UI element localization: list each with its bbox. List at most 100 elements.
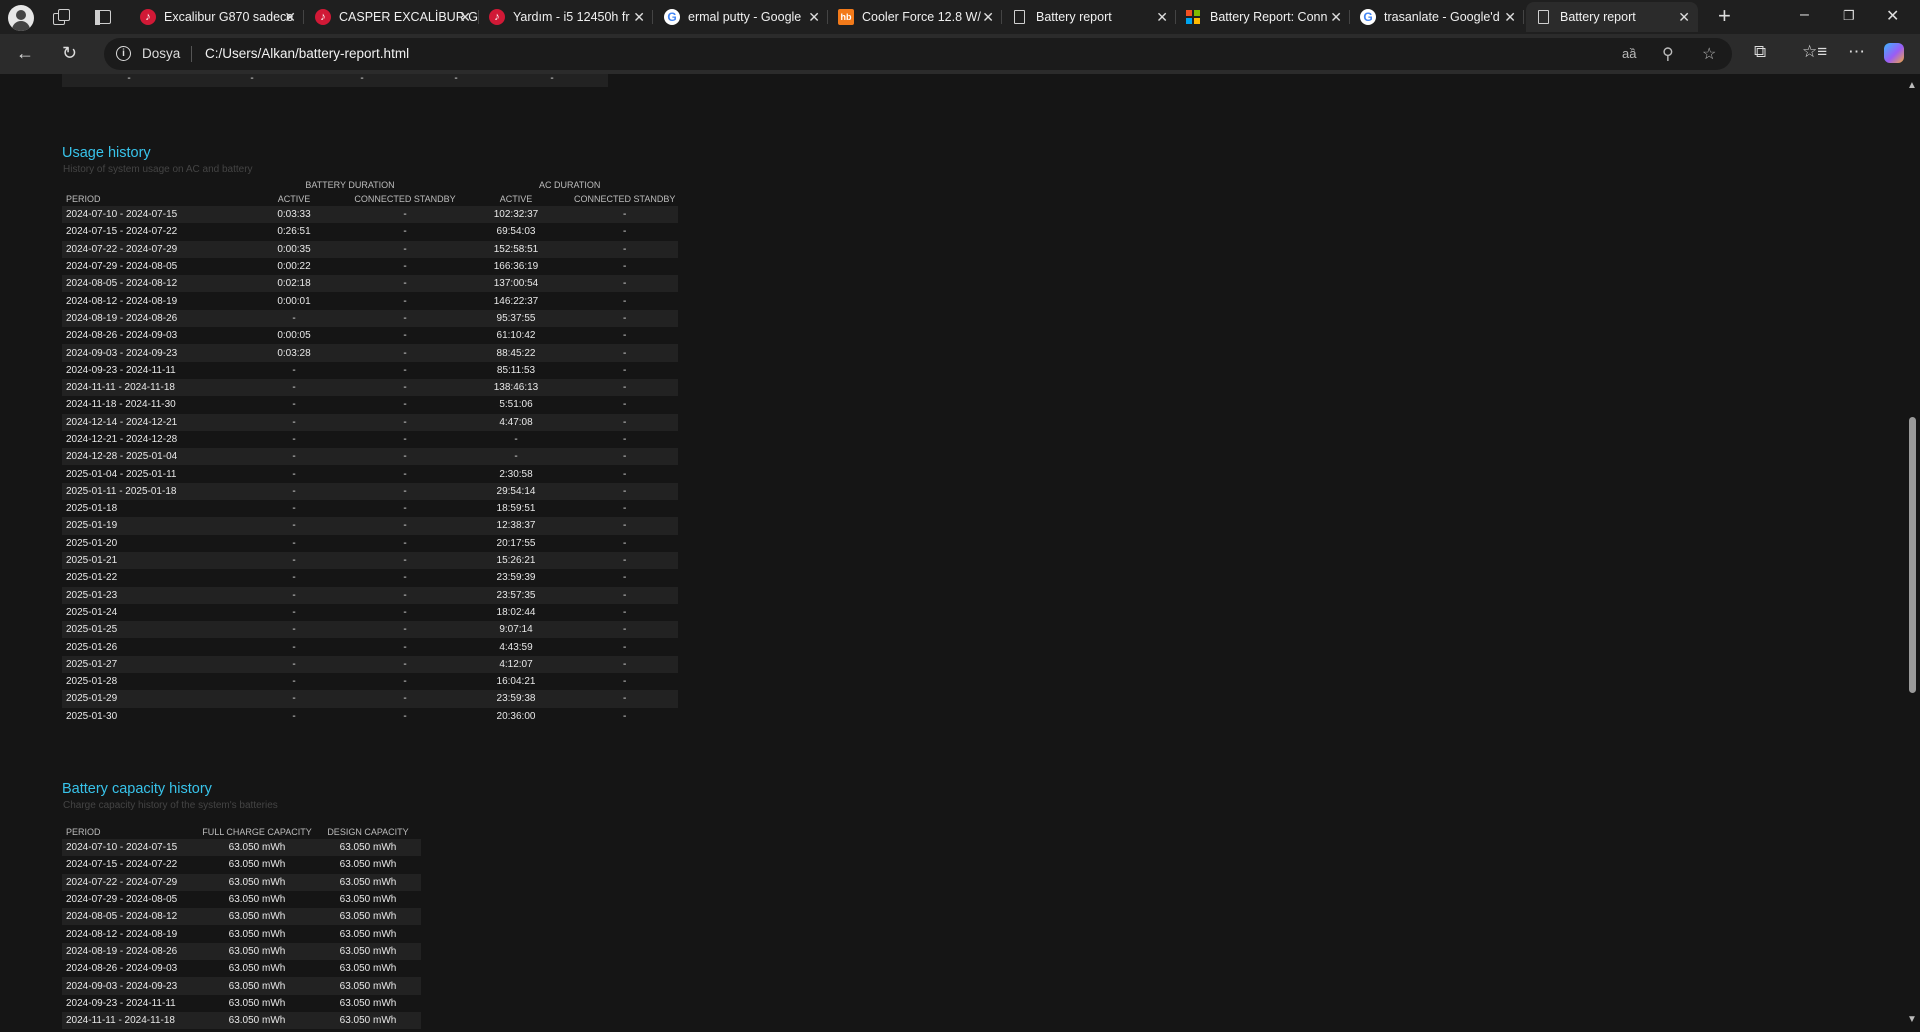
table-cell: 63.050 mWh: [228, 859, 286, 871]
table-cell: -: [623, 330, 627, 342]
tab-close-icon[interactable]: ✕: [459, 2, 471, 32]
table-row: 2025-01-30 - - 20:36:00 -: [62, 708, 678, 725]
tab-close-icon[interactable]: ✕: [633, 2, 645, 32]
table-cell: -: [571, 551, 679, 570]
tab-title: Cooler Force 12.8 W/: [862, 10, 981, 24]
table-cell: -: [403, 710, 407, 722]
table-cell: -: [349, 344, 461, 362]
google-icon: G: [664, 9, 680, 25]
table-cell: 23:59:39: [496, 572, 536, 584]
tab[interactable]: Germal putty - Google ✕: [654, 2, 828, 32]
tab[interactable]: Battery Report: Conn ✕: [1176, 2, 1350, 32]
tab-separator: [652, 10, 653, 24]
table-cell: 0:26:51: [277, 226, 311, 238]
tab[interactable]: Battery report ✕: [1002, 2, 1176, 32]
extensions-icon[interactable]: ⧉: [1754, 42, 1766, 62]
tab[interactable]: hb Cooler Force 12.8 W/✕: [828, 2, 1002, 32]
table-row: 2025-01-24 - - 18:02:44 -: [62, 604, 678, 621]
tab-close-icon[interactable]: ✕: [284, 2, 296, 32]
table-row: 2024-11-11 - 2024-11-18- -138:46:13-: [62, 378, 679, 397]
table-cell: 2024-09-23 - 2024-11-11: [66, 997, 176, 1009]
table-cell: 12:38:37: [461, 517, 571, 535]
vertical-scrollbar[interactable]: ▲ ▼: [1904, 74, 1920, 1032]
table-cell: 69:54:03: [496, 226, 536, 238]
table-cell: 63.050 mWh: [339, 894, 397, 906]
column-header: CONNECTED STANDBY: [354, 194, 456, 204]
table-row: 2025-01-20 - - 20:17:55 -: [62, 535, 678, 552]
favorites-icon[interactable]: ☆≡: [1802, 42, 1827, 62]
table-cell: -: [239, 448, 349, 466]
table-row: 2024-08-12 - 2024-08-19 0:00:01 - 146:22:37…: [62, 292, 678, 309]
table-cell: 137:00:54: [461, 275, 571, 293]
table-cell: 63.050 mWh: [339, 859, 397, 871]
refresh-button[interactable]: ↻: [62, 43, 77, 63]
tab[interactable]: ♪ CASPER EXCALİBUR G ✕: [305, 2, 479, 32]
table-cell: 0:00:05: [277, 330, 311, 342]
tab-close-icon[interactable]: ✕: [1504, 2, 1516, 32]
tab-close-icon[interactable]: ✕: [982, 2, 994, 32]
table-cell: -: [571, 309, 679, 328]
workspaces-icon[interactable]: [50, 7, 72, 27]
more-menu-icon[interactable]: ⋯: [1848, 42, 1865, 62]
minimize-button[interactable]: –: [1800, 6, 1809, 24]
capacity-history-title: Battery capacity history: [62, 781, 212, 797]
table-cell: -: [239, 621, 349, 639]
table-row: 2025-01-19- -12:38:37-: [62, 517, 679, 535]
table-cell: 2025-01-21: [62, 551, 239, 570]
tab-close-icon[interactable]: ✕: [808, 2, 820, 32]
table-cell: -: [239, 378, 349, 397]
tab[interactable]: ♪ Yardım - i5 12450h fr ✕: [479, 2, 653, 32]
table-cell: 2024-08-05 - 2024-08-12: [62, 275, 239, 293]
table-row: 2024-08-12 - 2024-08-19 63.050 mWh 63.050 …: [62, 925, 421, 942]
table-cell: 146:22:37: [493, 295, 539, 307]
new-tab-button[interactable]: +: [1718, 4, 1731, 28]
table-cell: -: [623, 676, 627, 688]
table-row: 2025-01-23- -23:57:35-: [62, 586, 679, 604]
tab-close-icon[interactable]: ✕: [1330, 2, 1342, 32]
table-cell: 2024-08-19 - 2024-08-26: [62, 942, 199, 961]
column-header: ACTIVE: [277, 194, 311, 204]
url-text[interactable]: C:/Users/Alkan/battery-report.html: [205, 46, 409, 61]
table-cell: 0:02:18: [239, 275, 349, 293]
back-button[interactable]: ←: [16, 43, 34, 63]
scrollbar-thumb[interactable]: [1909, 417, 1916, 693]
tab[interactable]: Gtrasanlate - Google'd ✕: [1350, 2, 1524, 32]
table-cell: 4:43:59: [499, 641, 533, 653]
table-cell: -: [403, 468, 407, 480]
table-cell: -: [403, 295, 407, 307]
table-cell: -: [292, 434, 296, 445]
table-cell: -: [623, 606, 627, 618]
hepsiburada-icon: hb: [838, 9, 854, 25]
favorite-star-icon[interactable]: ☆: [1702, 44, 1716, 64]
table-cell: -: [403, 606, 407, 618]
read-aloud-icon[interactable]: aầ: [1622, 46, 1636, 61]
table-cell: 63.050 mWh: [228, 928, 286, 940]
table-cell: -: [349, 517, 461, 535]
battery-duration-header: BATTERY DURATION: [305, 180, 395, 190]
table-cell: 2025-01-19: [62, 517, 239, 535]
vertical-tabs-icon[interactable]: [92, 7, 114, 27]
restore-button[interactable]: ❐: [1843, 8, 1855, 24]
table-row: 2024-12-21 - 2024-12-28 - - - -: [62, 431, 678, 448]
capacity-history-subtitle: Charge capacity history of the system's …: [63, 800, 278, 811]
profile-avatar-icon[interactable]: [8, 5, 34, 31]
table-cell: 2025-01-11 - 2025-01-18: [62, 482, 239, 501]
tab-title: CASPER EXCALİBUR G: [339, 10, 478, 24]
table-cell: 2025-01-27: [62, 655, 239, 674]
scroll-up-arrow-icon[interactable]: ▲: [1907, 80, 1917, 91]
copilot-icon[interactable]: [1884, 43, 1904, 63]
tab[interactable]: ♪ Excalibur G870 sadece ✕: [130, 2, 304, 32]
table-cell: 102:32:37: [461, 206, 571, 224]
tab[interactable]: Battery report ✕: [1526, 2, 1698, 32]
table-row: 2024-07-10 - 2024-07-15 0:03:33-102:32:37…: [62, 206, 679, 224]
tab-close-icon[interactable]: ✕: [1678, 2, 1690, 32]
scroll-down-arrow-icon[interactable]: ▼: [1907, 1014, 1917, 1025]
close-window-button[interactable]: ✕: [1886, 6, 1899, 26]
table-cell: -: [292, 641, 296, 653]
zoom-icon[interactable]: ⚲: [1662, 44, 1674, 64]
tab-close-icon[interactable]: ✕: [1156, 2, 1168, 32]
table-cell: -: [349, 621, 461, 639]
address-bar[interactable]: i Dosya C:/Users/Alkan/battery-report.ht…: [104, 38, 1732, 70]
info-icon[interactable]: i: [116, 46, 131, 61]
table-cell: 2024-11-11 - 2024-11-18: [62, 1011, 199, 1030]
